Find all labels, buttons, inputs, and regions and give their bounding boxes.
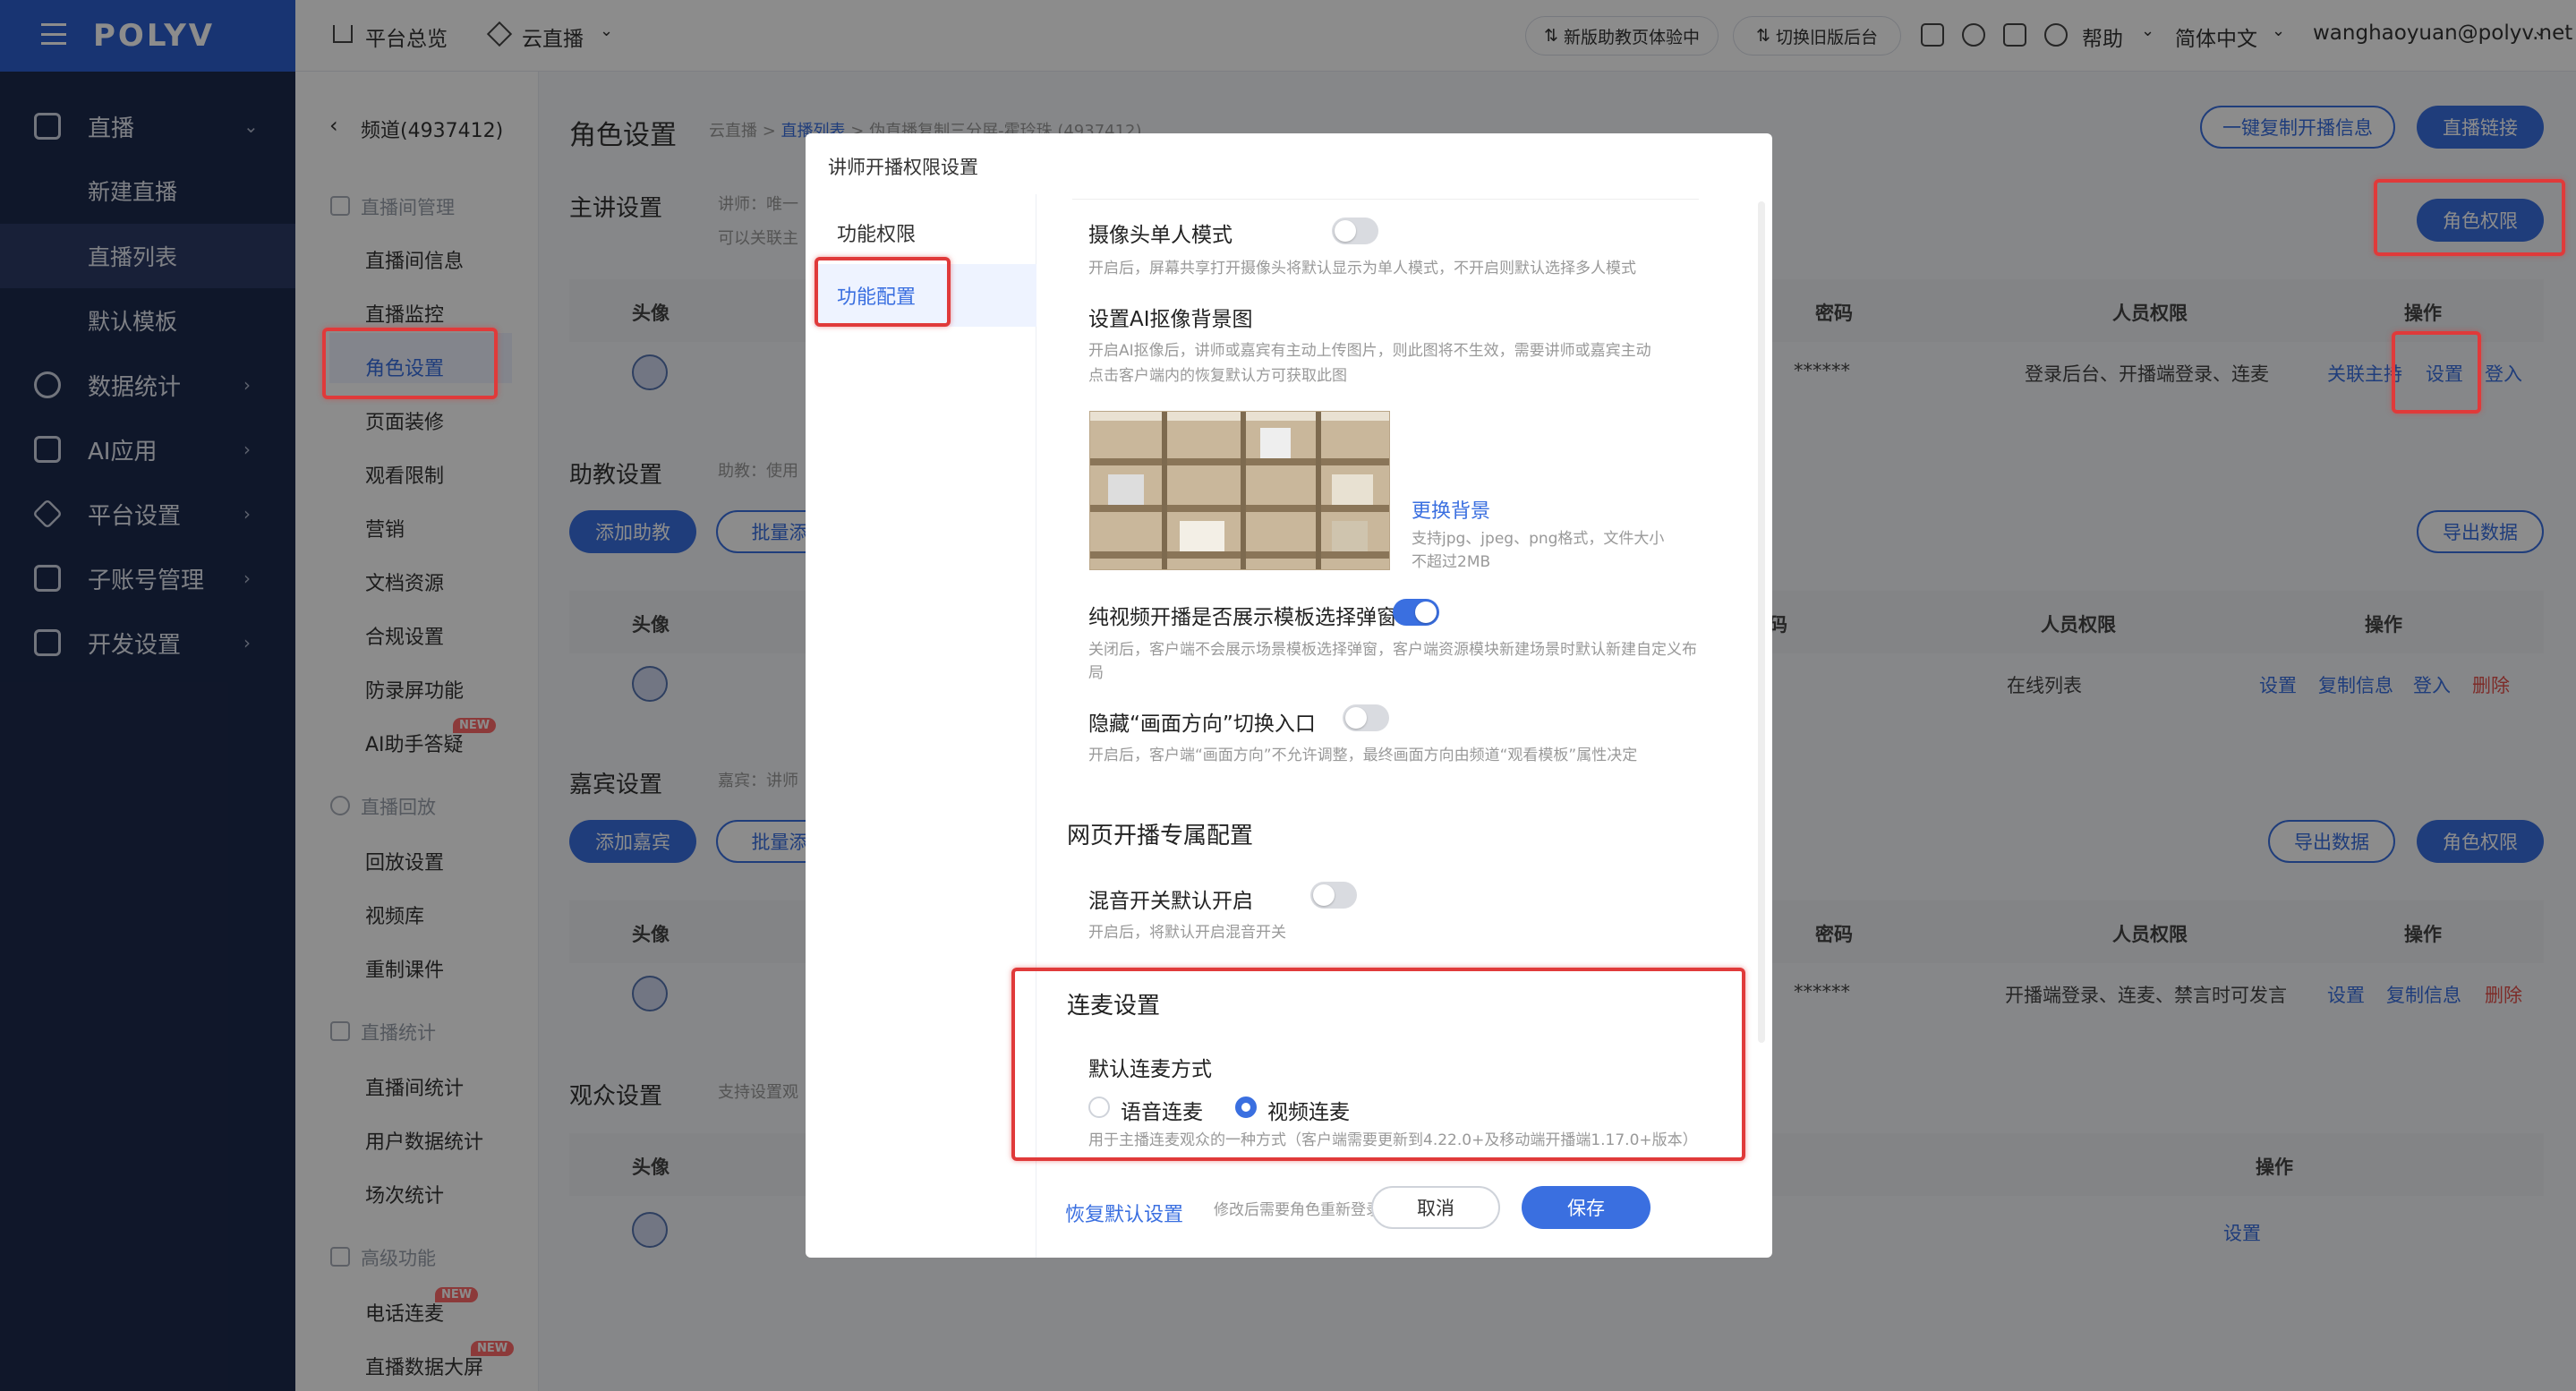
mix-label: 混音开关默认开启 (1088, 890, 1253, 913)
pure-video-desc-2: 局 (1088, 664, 1104, 682)
web-live-section-title: 网页开播专属配置 (1067, 823, 1254, 849)
ai-background-label: 设置AI抠像背景图 (1088, 308, 1253, 331)
restore-default-link[interactable]: 恢复默认设置 (1065, 1199, 1183, 1227)
mix-toggle[interactable] (1310, 882, 1357, 909)
tab-function-permission[interactable]: 功能权限 (815, 201, 1036, 264)
save-button[interactable]: 保存 (1522, 1186, 1651, 1229)
camera-single-desc: 开启后，屏幕共享打开摄像头将默认显示为单人模式，不开启则默认选择多人模式 (1088, 260, 1636, 277)
dialog-title: 讲师开播权限设置 (828, 157, 978, 178)
ai-background-desc-2: 点击客户端内的恢复默认方可获取此图 (1088, 367, 1347, 385)
config-panel: 摄像头单人模式 开启后，屏幕共享打开摄像头将默认显示为单人模式，不开启则默认选择… (1011, 194, 1772, 1258)
background-size-tip: 不超过2MB (1412, 553, 1491, 571)
cancel-button[interactable]: 取消 (1371, 1186, 1500, 1229)
highlight-settings-link (2392, 331, 2481, 414)
ai-background-desc-1: 开启AI抠像后，讲师或嘉宾有主动上传图片，则此图将不生效，需要讲师或嘉宾主动 (1088, 342, 1651, 360)
mix-desc: 开启后，将默认开启混音开关 (1088, 924, 1286, 942)
ai-background-image (1089, 411, 1390, 570)
hide-orientation-label: 隐藏“画面方向”切换入口 (1088, 713, 1316, 736)
pure-video-toggle[interactable] (1393, 599, 1439, 626)
pure-video-desc-1: 关闭后，客户端不会展示场景模板选择弹窗，客户端资源模块新建场景时默认新建自定义布 (1088, 641, 1697, 659)
highlight-mic-settings (1011, 968, 1745, 1161)
pure-video-label: 纯视频开播是否展示模板选择弹窗 (1088, 606, 1397, 629)
background-format-tip: 支持jpg、jpeg、png格式，文件大小 (1412, 530, 1665, 548)
hide-orientation-desc: 开启后，客户端“画面方向”不允许调整，最终画面方向由频道“观看模板”属性决定 (1088, 747, 1638, 764)
lecturer-permission-dialog: 讲师开播权限设置 功能权限 功能配置 摄像头单人模式 开启后，屏幕共享打开摄像头… (806, 133, 1772, 1258)
change-background-link[interactable]: 更换背景 (1412, 495, 1490, 524)
dialog-tabs: 功能权限 功能配置 (806, 194, 1036, 1258)
camera-single-toggle[interactable] (1332, 218, 1378, 244)
hide-orientation-toggle[interactable] (1343, 704, 1389, 731)
scrollbar[interactable] (1758, 201, 1765, 1043)
highlight-function-config-tab (815, 257, 951, 327)
cut-off-row (1072, 194, 1699, 200)
highlight-role-permission (2374, 179, 2565, 256)
camera-single-label: 摄像头单人模式 (1088, 224, 1233, 247)
highlight-role-settings (322, 328, 498, 399)
